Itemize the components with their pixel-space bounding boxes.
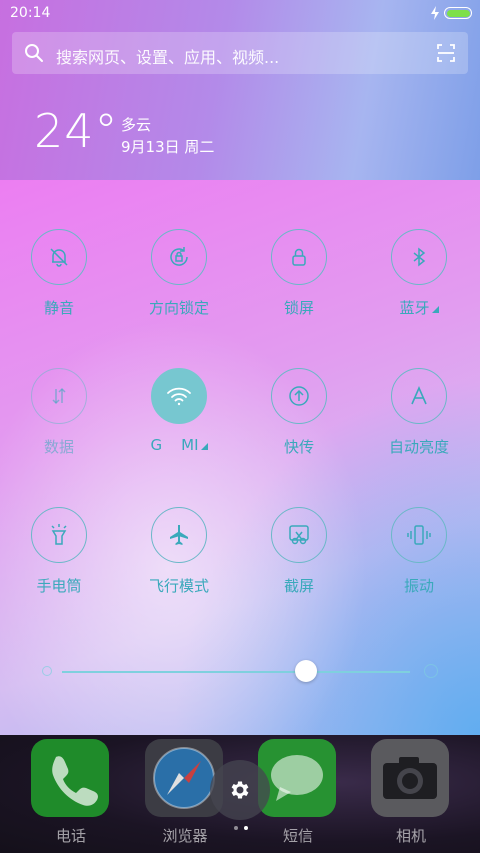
toggle-bluetooth[interactable]: 蓝牙 <box>360 229 480 339</box>
toggle-label: 手电筒 <box>36 577 82 595</box>
lock-icon <box>271 229 327 285</box>
page-indicator <box>232 826 252 832</box>
search-icon <box>25 44 43 62</box>
toggle-auto-brightness[interactable]: 自动亮度 <box>360 368 480 478</box>
toggle-quick-transfer[interactable]: 快传 <box>240 368 360 478</box>
airplane-icon <box>151 507 207 563</box>
camera-icon <box>371 739 449 817</box>
toggle-vibrate[interactable]: 振动 <box>360 507 480 617</box>
message-icon <box>258 739 336 817</box>
expand-triangle-icon <box>431 306 439 313</box>
toggle-label: 方向锁定 <box>148 299 209 317</box>
search-bar[interactable]: 搜索网页、设置、应用、视频... <box>12 32 468 74</box>
bluetooth-icon <box>391 229 447 285</box>
page-dot-active <box>244 826 248 830</box>
dock-app-messages[interactable]: 短信 <box>258 739 338 849</box>
settings-button[interactable] <box>210 760 270 820</box>
temperature: 24° <box>34 104 119 158</box>
mobile-data-icon <box>31 368 87 424</box>
toggle-rotation-lock[interactable]: 方向锁定 <box>120 229 240 339</box>
rotation-lock-icon <box>151 229 207 285</box>
toggle-label: 振动 <box>403 577 434 595</box>
toggle-label: 截屏 <box>283 577 314 595</box>
expand-triangle-icon <box>200 443 208 450</box>
transfer-icon <box>271 368 327 424</box>
brightness-slider[interactable] <box>40 660 440 684</box>
scan-icon[interactable] <box>436 43 456 63</box>
toggle-wifi[interactable]: G MI <box>120 368 240 478</box>
dock-app-label: 短信 <box>282 827 313 845</box>
dock-app-label: 浏览器 <box>162 827 208 845</box>
bell-off-icon <box>31 229 87 285</box>
brightness-high-icon <box>424 664 438 678</box>
toggle-label: 自动亮度 <box>388 438 449 456</box>
brightness-track[interactable] <box>62 671 410 673</box>
search-input[interactable]: 搜索网页、设置、应用、视频... <box>56 44 279 68</box>
date-label: 9月13日 周二 <box>121 138 215 156</box>
quick-settings-panel: 静音 方向锁定 锁屏 蓝牙 数据 G MI 快传 自动亮度 手电筒 飞行模式 截… <box>0 180 480 735</box>
battery-icon <box>444 7 472 19</box>
dock-app-label: 电话 <box>55 827 86 845</box>
dock-app-phone[interactable]: 电话 <box>31 739 111 849</box>
brightness-thumb[interactable] <box>294 660 317 682</box>
vibrate-icon <box>391 507 447 563</box>
toggle-label: 蓝牙 <box>360 297 478 318</box>
toggle-screenshot[interactable]: 截屏 <box>240 507 360 617</box>
charging-icon <box>431 6 439 20</box>
toggle-airplane-mode[interactable]: 飞行模式 <box>120 507 240 617</box>
notification-header: 20:14 搜索网页、设置、应用、视频... 24° 多云 9月13日 周二 <box>0 0 480 180</box>
toggle-label: 飞行模式 <box>148 577 209 595</box>
dock-app-label: 相机 <box>395 827 426 845</box>
flashlight-icon <box>31 507 87 563</box>
status-time: 20:14 <box>10 5 51 21</box>
gear-icon <box>231 781 249 799</box>
dock-app-camera[interactable]: 相机 <box>371 739 451 849</box>
weather-condition: 多云 <box>121 116 152 134</box>
phone-icon <box>31 739 109 817</box>
toggle-label: 锁屏 <box>283 299 314 317</box>
toggle-label: 数据 <box>43 438 74 456</box>
toggle-lock-screen[interactable]: 锁屏 <box>240 229 360 339</box>
toggle-label: 快传 <box>283 438 314 456</box>
toggle-silent[interactable]: 静音 <box>0 229 120 339</box>
toggle-label: 静音 <box>43 299 74 317</box>
toggle-flashlight[interactable]: 手电筒 <box>0 507 120 617</box>
toggle-mobile-data[interactable]: 数据 <box>0 368 120 478</box>
brightness-low-icon <box>42 666 52 676</box>
toggle-label: G MI <box>120 436 238 454</box>
auto-brightness-icon <box>391 368 447 424</box>
status-bar: 20:14 <box>0 0 480 26</box>
wifi-icon <box>151 368 207 424</box>
page-dot <box>234 826 238 830</box>
screenshot-icon <box>271 507 327 563</box>
